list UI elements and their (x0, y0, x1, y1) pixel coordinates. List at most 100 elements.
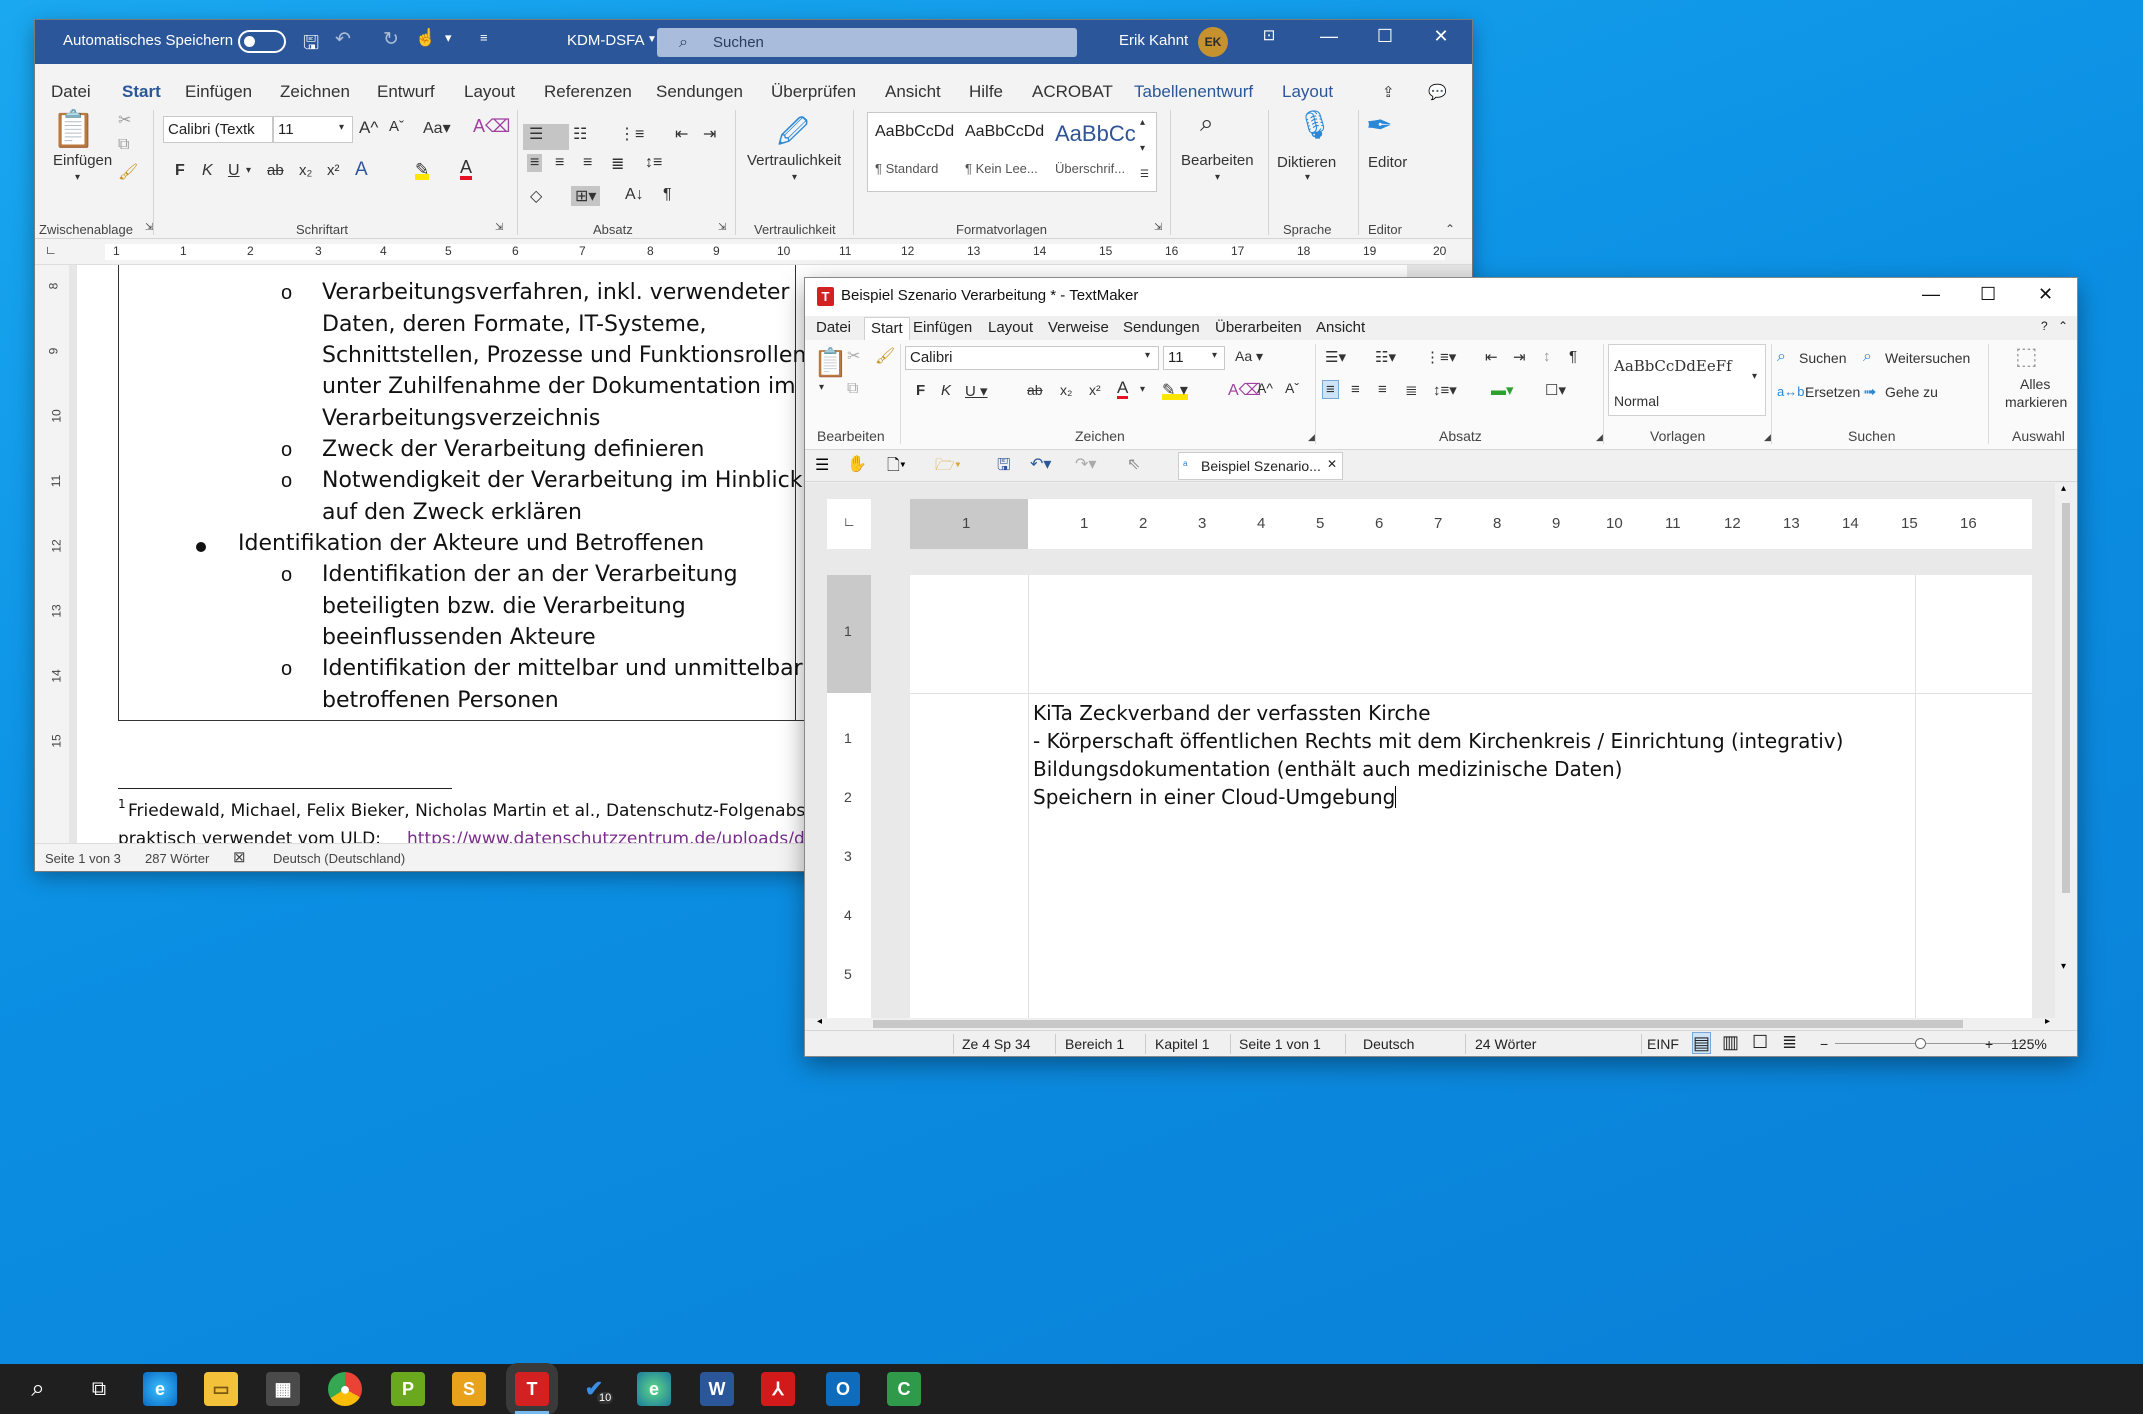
tab-selector-icon[interactable]: ∟ (45, 243, 57, 257)
redo-icon[interactable]: ↷▾ (1075, 454, 1096, 474)
decrease-indent-icon[interactable]: ⇤ (675, 124, 688, 144)
borders-icon[interactable]: ☐▾ (1545, 381, 1566, 399)
bold-icon[interactable]: F (175, 162, 185, 180)
paste-label[interactable]: Einfügen (53, 152, 112, 169)
close-icon[interactable]: ✕ (2038, 284, 2053, 305)
grow-font-icon[interactable]: A^ (1257, 380, 1273, 396)
file-explorer-icon[interactable]: ▭ (204, 1372, 238, 1406)
share-icon[interactable]: ⇪ (1382, 83, 1395, 101)
strikethrough-icon[interactable]: ab (267, 162, 284, 179)
strikethrough-icon[interactable]: ab (1027, 382, 1043, 398)
text-effects-icon[interactable]: A (355, 159, 368, 181)
textmaker-icon[interactable]: T (515, 1372, 549, 1414)
align-center-icon[interactable]: ≡ (555, 154, 564, 172)
outlook-icon[interactable]: O (826, 1372, 860, 1406)
styles-more-icon[interactable]: ☰ (1140, 169, 1149, 180)
redo-icon[interactable]: ↻ (383, 28, 399, 51)
tm-vertical-scrollbar[interactable]: ▴ ▾ (2055, 483, 2077, 1018)
help-icon[interactable]: ? (2041, 319, 2048, 333)
clear-format-icon[interactable]: A⌫ (473, 116, 510, 137)
absatz-launcher-icon[interactable]: ◢ (1596, 432, 1603, 443)
superscript-icon[interactable]: x² (1089, 382, 1101, 398)
paste-icon[interactable]: 📋 (51, 108, 96, 150)
tab-referenzen[interactable]: Referenzen (544, 82, 632, 102)
comments-icon[interactable]: 💬 (1428, 83, 1447, 101)
language-indicator[interactable]: Deutsch (1363, 1036, 1414, 1052)
tm-tab-sendungen[interactable]: Sendungen (1123, 319, 1200, 336)
page-indicator[interactable]: Seite 1 von 3 (45, 851, 121, 866)
diktieren-chevron-icon[interactable]: ▾ (1305, 172, 1310, 183)
textmaker-document-area[interactable]: ∟ 1 1 2 3 4 5 6 7 8 9 10 11 12 13 14 15 … (805, 483, 2055, 1018)
underline-chevron-icon[interactable]: ▾ (246, 165, 251, 176)
collapse-ribbon-icon[interactable]: ⌃ (2058, 319, 2068, 333)
copy-icon[interactable]: ⧉ (847, 380, 858, 398)
style-standard-sample[interactable]: AaBbCcDd (875, 123, 954, 141)
tm-tab-layout[interactable]: Layout (988, 319, 1033, 336)
tab-ueberpruefen[interactable]: Überprüfen (771, 82, 856, 102)
select-all-label-1[interactable]: Alles (2020, 376, 2050, 392)
customize-qat-icon[interactable]: ▾ (445, 30, 452, 46)
styles-launcher-icon[interactable]: ⇲ (1154, 222, 1162, 233)
sort-icon[interactable]: A↓ (625, 186, 644, 204)
menu-icon[interactable]: ☰ (815, 455, 829, 475)
tm-tab-ueberarbeiten[interactable]: Überarbeiten (1215, 319, 1302, 336)
acrobat-icon[interactable]: ⅄ (761, 1372, 795, 1406)
styles-up-icon[interactable]: ▴ (1140, 117, 1145, 128)
replace-icon[interactable]: a↔b (1777, 384, 1804, 399)
bearbeiten-chevron-icon[interactable]: ▾ (1215, 172, 1220, 183)
tab-stop-selector[interactable]: ∟ (827, 499, 871, 549)
close-icon[interactable]: ✕ (1421, 26, 1461, 47)
numbering-icon[interactable]: ☷ (573, 124, 587, 144)
presentations-icon[interactable]: S (452, 1372, 486, 1406)
copy-icon[interactable]: ⧉ (118, 136, 129, 154)
replace-label[interactable]: Ersetzen (1805, 384, 1860, 400)
scroll-thumb[interactable] (2062, 503, 2070, 893)
justify-icon[interactable]: ≣ (1405, 381, 1418, 399)
font-size-chevron-icon[interactable]: ▾ (339, 122, 344, 133)
scroll-down-icon[interactable]: ▾ (2061, 961, 2066, 972)
styles-gallery[interactable]: AaBbCcDd AaBbCcDd AaBbCc ¶ Standard ¶ Ke… (867, 112, 1157, 192)
underline-icon[interactable]: U (228, 162, 240, 180)
styles-down-icon[interactable]: ▾ (1140, 143, 1145, 154)
style-ueberschrift-sample[interactable]: AaBbCc (1055, 121, 1136, 147)
zoom-slider-thumb[interactable] (1915, 1038, 1926, 1049)
save-icon[interactable]: 🖫 (303, 29, 319, 61)
word-count[interactable]: 287 Wörter (145, 851, 209, 866)
shading-icon[interactable]: ◇ (530, 186, 542, 206)
tab-start[interactable]: Start (122, 82, 161, 110)
horizontal-ruler[interactable]: ∟ 1 1 2 3 4 5 6 7 8 9 10 11 12 13 14 15 … (35, 239, 1472, 265)
scroll-up-icon[interactable]: ▴ (2061, 483, 2066, 494)
sensitivity-label[interactable]: Vertraulichkeit (747, 152, 841, 169)
tm-style-name[interactable]: Normal (1614, 393, 1659, 409)
change-case-icon[interactable]: Aa ▾ (1235, 348, 1263, 365)
zoom-in-icon[interactable]: + (1985, 1036, 1993, 1052)
close-tab-icon[interactable]: ✕ (1327, 457, 1337, 471)
select-all-icon[interactable]: ⬚ (2015, 342, 2038, 371)
grow-font-icon[interactable]: A^ (359, 118, 378, 138)
chrome-icon[interactable]: ● (328, 1372, 362, 1406)
search-next-label[interactable]: Weitersuchen (1885, 350, 1970, 366)
format-painter-icon[interactable]: 🖌 (875, 346, 895, 366)
hscroll-thumb[interactable] (873, 1020, 1963, 1028)
zeichen-launcher-icon[interactable]: ◢ (1308, 432, 1315, 443)
editor-icon[interactable]: ✒ (1366, 106, 1393, 144)
collapse-ribbon-icon[interactable]: ⌃ (1445, 222, 1455, 236)
minimize-icon[interactable]: — (1922, 284, 1940, 305)
word-search-box[interactable]: ⌕ Suchen (657, 28, 1077, 57)
tm-style-sample[interactable]: AaBbCcDdEeFf (1614, 357, 1732, 375)
change-case-icon[interactable]: Aa▾ (423, 118, 451, 138)
goto-icon[interactable]: ➟ (1863, 382, 1876, 402)
underline-icon[interactable]: U ▾ (965, 382, 988, 400)
scroll-right-icon[interactable]: ▸ (2045, 1016, 2050, 1027)
multilevel-list-icon[interactable]: ⋮≡ (619, 124, 644, 144)
paste-icon[interactable]: 📋 (813, 346, 848, 379)
subscript-icon[interactable]: x₂ (1060, 382, 1072, 398)
font-name-field[interactable]: Calibri (Textk (163, 116, 273, 143)
view-master-icon[interactable]: ≣ (1782, 1032, 1797, 1053)
tm-font-name-field[interactable]: Calibri (905, 346, 1159, 370)
styles-chevron-icon[interactable]: ▾ (1752, 371, 1757, 382)
align-left-icon[interactable]: ≡ (527, 154, 543, 172)
bullets-icon[interactable]: ☰▾ (1325, 348, 1346, 366)
numbering-icon[interactable]: ☷▾ (1375, 348, 1396, 366)
tab-entwurf[interactable]: Entwurf (377, 82, 435, 102)
